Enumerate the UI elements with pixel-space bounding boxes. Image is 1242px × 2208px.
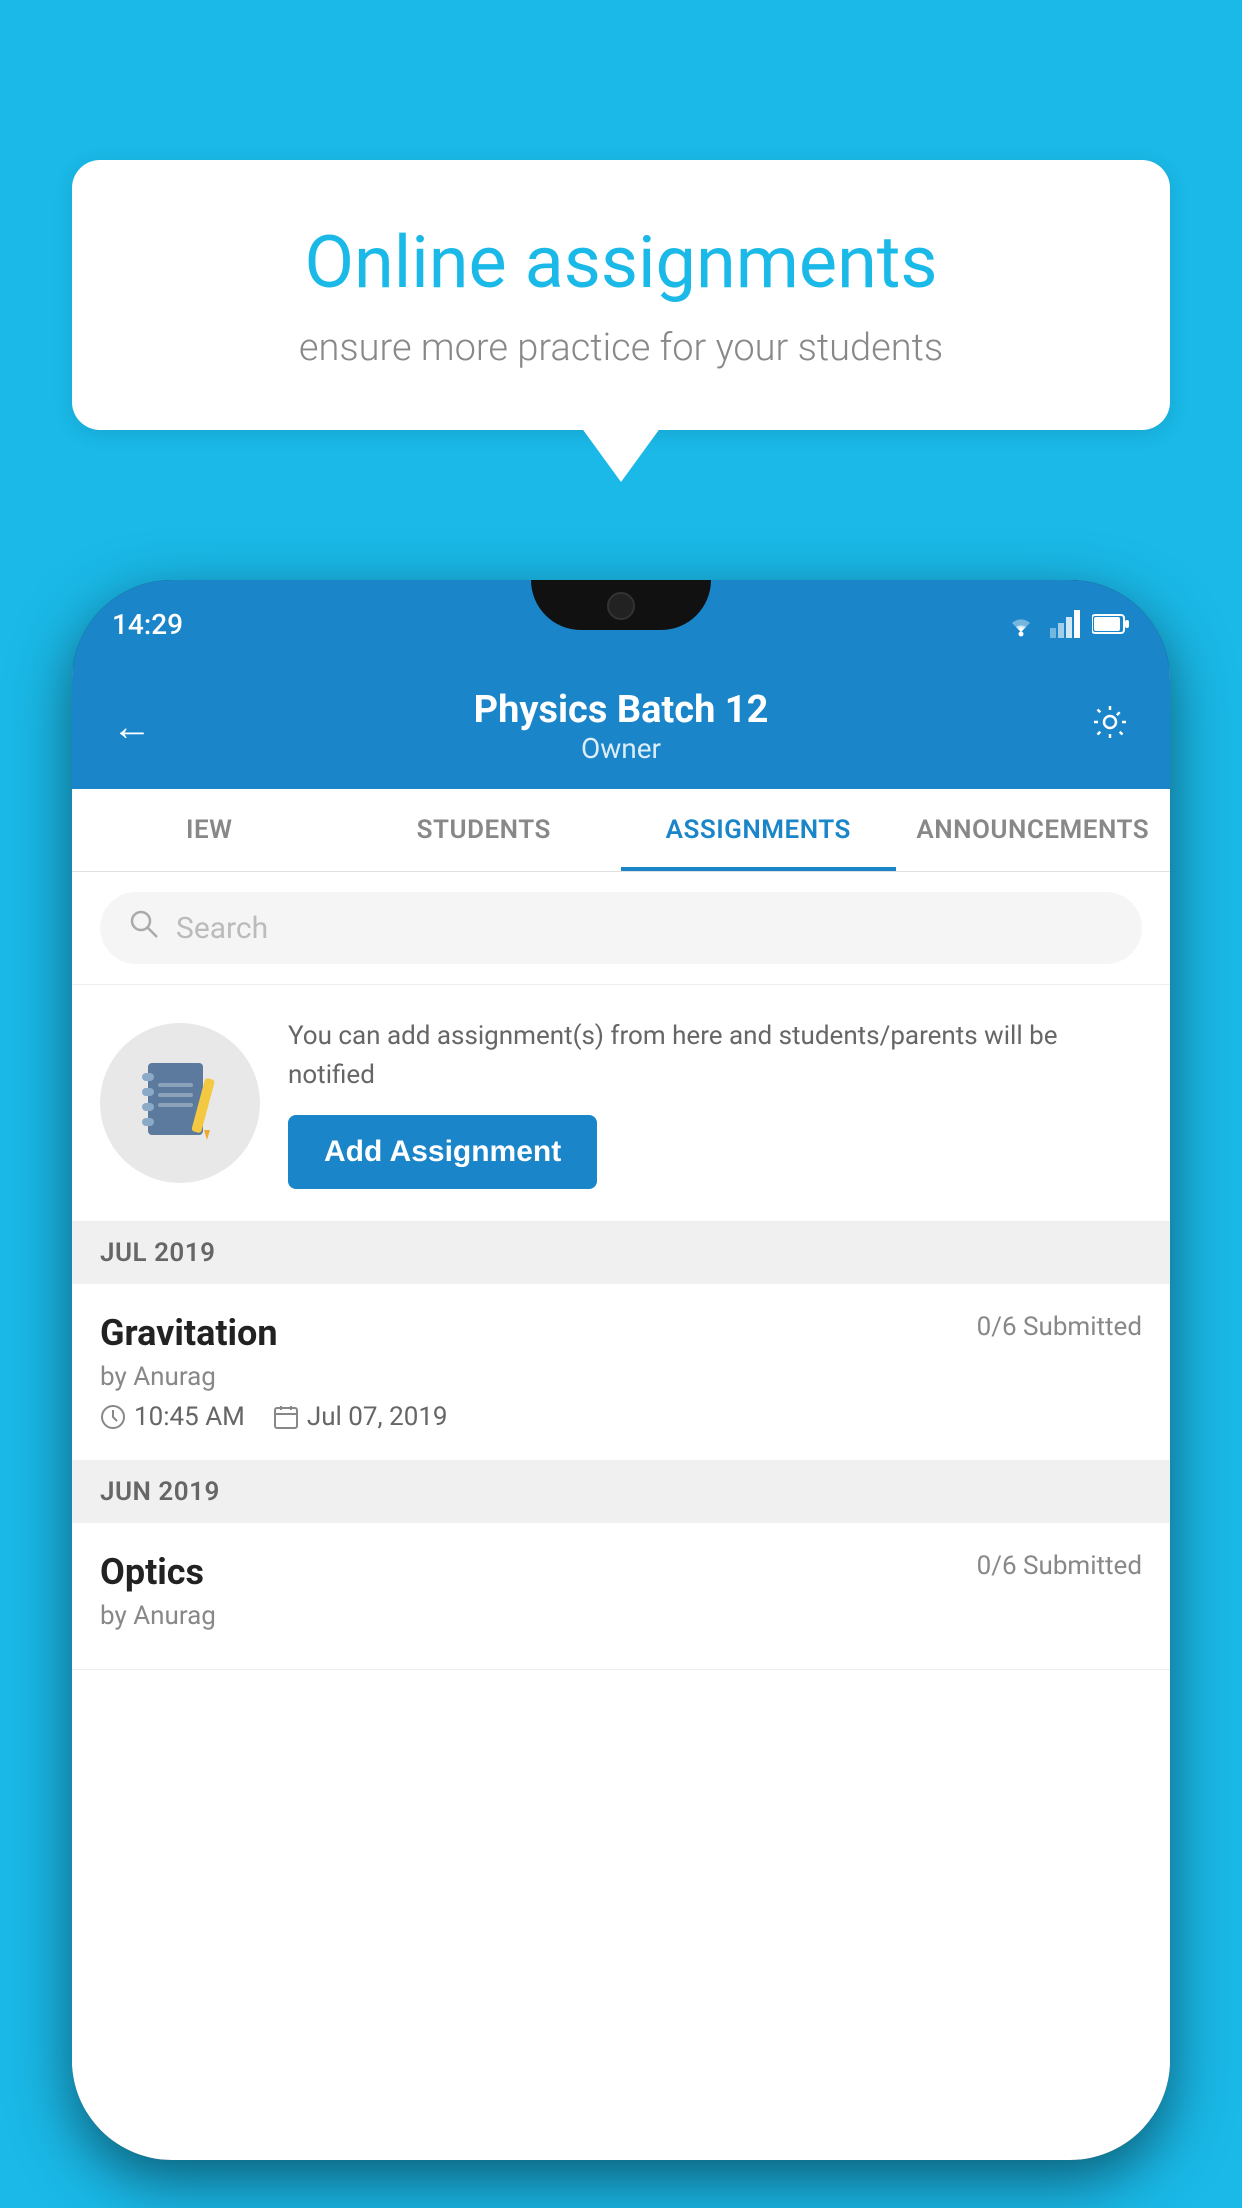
search-bar-wrap: Search — [72, 872, 1170, 985]
assignment-date: Jul 07, 2019 — [273, 1402, 448, 1432]
assignment-icon-circle — [100, 1023, 260, 1183]
promo-subtitle: ensure more practice for your students — [142, 326, 1100, 370]
assignment-top-row: Gravitation 0/6 Submitted — [100, 1312, 1142, 1354]
tab-iew[interactable]: IEW — [72, 789, 347, 871]
phone-frame: 14:29 — [72, 580, 1170, 2160]
promo-card: Online assignments ensure more practice … — [72, 160, 1170, 430]
promo-text-group: You can add assignment(s) from here and … — [288, 1017, 1142, 1189]
add-assignment-button[interactable]: Add Assignment — [288, 1115, 597, 1189]
assignment-item-optics[interactable]: Optics 0/6 Submitted by Anurag — [72, 1523, 1170, 1670]
assignment-name: Gravitation — [100, 1312, 278, 1354]
tab-students[interactable]: STUDENTS — [347, 789, 622, 871]
promo-title: Online assignments — [142, 220, 1100, 306]
clock-icon — [100, 1404, 126, 1430]
screen-content: Search — [72, 872, 1170, 2112]
camera — [607, 592, 635, 620]
promo-section: You can add assignment(s) from here and … — [72, 985, 1170, 1222]
assignment-top-row-optics: Optics 0/6 Submitted — [100, 1551, 1142, 1593]
assignment-item-gravitation[interactable]: Gravitation 0/6 Submitted by Anurag 10:4… — [72, 1284, 1170, 1461]
batch-subtitle: Owner — [474, 732, 769, 765]
tab-assignments[interactable]: ASSIGNMENTS — [621, 789, 896, 871]
search-icon — [128, 908, 160, 948]
status-icons — [1004, 610, 1130, 638]
assignment-date-value: Jul 07, 2019 — [307, 1402, 448, 1432]
settings-button[interactable] — [1090, 702, 1130, 752]
assignment-time-value: 10:45 AM — [134, 1402, 245, 1432]
assignment-meta: 10:45 AM Jul 07, 2019 — [100, 1402, 1142, 1432]
assignment-by-optics: by Anurag — [100, 1601, 1142, 1631]
header-title-group: Physics Batch 12 Owner — [474, 688, 769, 765]
assignment-submitted-optics: 0/6 Submitted — [977, 1551, 1142, 1581]
search-bar[interactable]: Search — [100, 892, 1142, 964]
status-time: 14:29 — [112, 608, 183, 641]
batch-title: Physics Batch 12 — [474, 688, 769, 732]
status-bar: 14:29 — [72, 580, 1170, 668]
assignment-by: by Anurag — [100, 1362, 1142, 1392]
phone-screen: ← Physics Batch 12 Owner IEW STUDENTS AS… — [72, 668, 1170, 2160]
section-header-jul: JUL 2019 — [72, 1222, 1170, 1284]
calendar-icon — [273, 1404, 299, 1430]
app-header: ← Physics Batch 12 Owner — [72, 668, 1170, 789]
signal-icon — [1050, 610, 1080, 638]
tab-announcements[interactable]: ANNOUNCEMENTS — [896, 789, 1171, 871]
assignment-name-optics: Optics — [100, 1551, 204, 1593]
promo-description: You can add assignment(s) from here and … — [288, 1017, 1142, 1095]
battery-icon — [1092, 613, 1130, 635]
search-placeholder: Search — [176, 911, 268, 946]
tabs-bar: IEW STUDENTS ASSIGNMENTS ANNOUNCEMENTS — [72, 789, 1170, 872]
wifi-icon — [1004, 610, 1038, 638]
assignment-time: 10:45 AM — [100, 1402, 245, 1432]
notebook-icon — [140, 1058, 220, 1148]
assignment-submitted: 0/6 Submitted — [977, 1312, 1142, 1342]
back-button[interactable]: ← — [112, 703, 152, 750]
notch — [531, 580, 711, 630]
section-header-jun: JUN 2019 — [72, 1461, 1170, 1523]
speech-bubble: Online assignments ensure more practice … — [72, 160, 1170, 430]
